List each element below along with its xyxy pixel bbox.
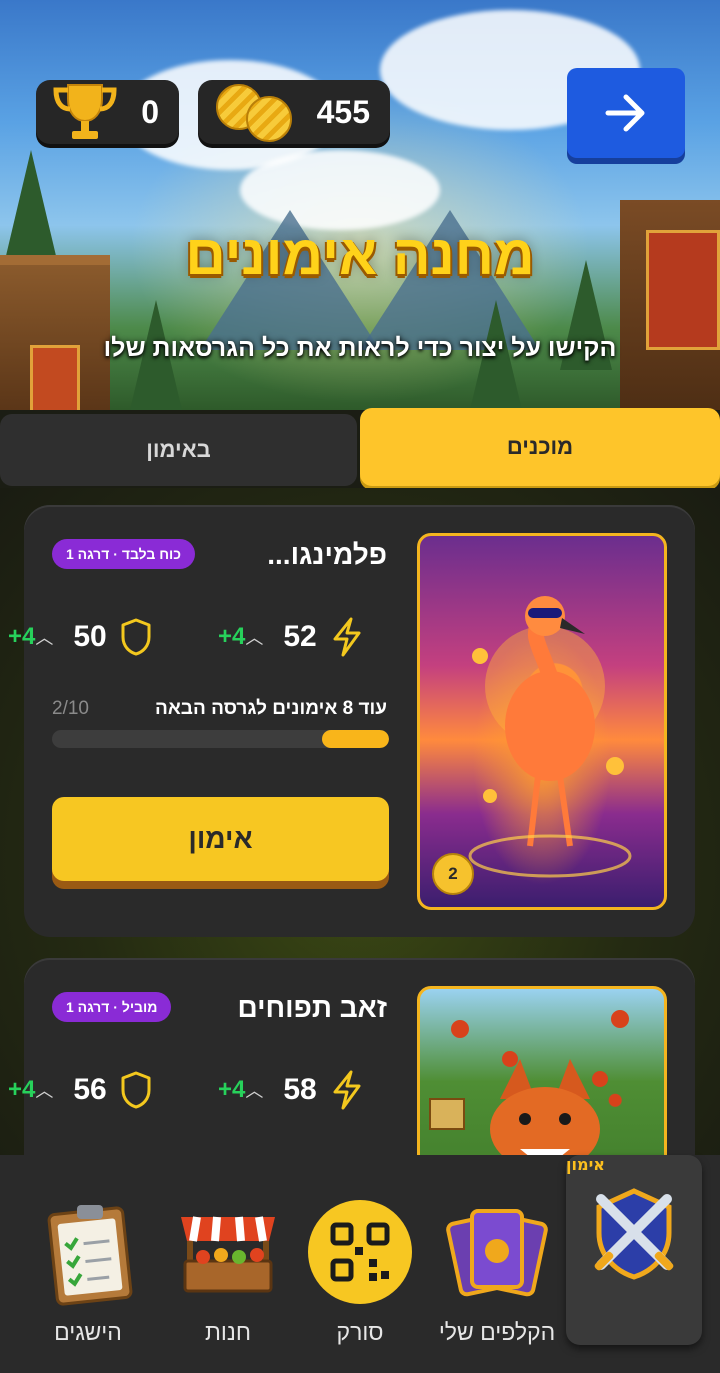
defense-value: 50: [73, 620, 107, 653]
cards-icon: [446, 1209, 548, 1297]
chevron-up-icon: ︿: [35, 1081, 54, 1102]
defense-bonus: +4: [8, 623, 36, 650]
crossed-swords-icon: [594, 1188, 674, 1280]
coins-icon: [212, 84, 292, 142]
creature-name: פלמינגו...: [267, 539, 387, 570]
trophy-icon: [53, 84, 117, 139]
power-stat: +4 ︿ 58: [218, 1070, 365, 1110]
creature-name: זאב תפוחים: [237, 992, 388, 1023]
nav-label: הישגים: [54, 1319, 122, 1345]
progress-bar: [52, 730, 389, 748]
power-bonus: +4: [218, 1076, 246, 1103]
progress-label: עוד 8 אימונים לגרסה הבאה: [154, 698, 387, 719]
bottom-navigation: אימון הקלפים שלי סורק חנות הישגים: [0, 1155, 720, 1373]
creature-card[interactable]: 2 פלמינגו... כוח בלבד · דרגה 1 +4 ︿ 52 +…: [8, 505, 695, 937]
coin-count: 455: [316, 93, 370, 130]
tab-ready[interactable]: מוכנים: [360, 408, 720, 486]
nav-item-scanner[interactable]: סורק: [300, 1155, 420, 1373]
rank-badge: מוביל · דרגה 1: [52, 992, 172, 1022]
qr-code-icon: [308, 1200, 412, 1304]
power-value: 58: [283, 1073, 317, 1106]
clipboard-icon: [47, 1205, 133, 1306]
tab-in-training[interactable]: באימון: [0, 414, 357, 486]
forward-button[interactable]: [567, 68, 685, 158]
nav-label: אימון: [566, 1155, 605, 1174]
chevron-up-icon: ︿: [245, 1081, 264, 1102]
nav-item-training[interactable]: אימון: [566, 1155, 702, 1345]
shop-stall-icon: [181, 1216, 275, 1293]
defense-bonus: +4: [8, 1076, 36, 1103]
nav-label: סורק: [336, 1319, 384, 1345]
progress-count: 2/10: [52, 698, 89, 719]
chevron-up-icon: ︿: [35, 628, 54, 649]
trophy-counter: 0: [36, 80, 179, 144]
coin-counter: 455: [198, 80, 390, 144]
power-stat: +4 ︿ 52: [218, 617, 365, 657]
nav-item-my-cards[interactable]: הקלפים שלי: [432, 1155, 562, 1373]
creature-art[interactable]: 2: [417, 533, 667, 910]
chevron-up-icon: ︿: [245, 628, 264, 649]
nav-item-shop[interactable]: חנות: [168, 1155, 288, 1373]
defense-value: 56: [73, 1073, 107, 1106]
tab-bar: מוכנים באימון: [0, 408, 720, 488]
nav-label: חנות: [205, 1319, 251, 1345]
lightning-icon: [333, 1070, 361, 1110]
lightning-icon: [333, 617, 361, 657]
version-count-badge: 2: [432, 853, 474, 895]
shield-icon: [121, 1071, 151, 1109]
page-title: מחנה אימונים: [185, 223, 535, 286]
rank-badge: כוח בלבד · דרגה 1: [52, 539, 195, 569]
defense-stat: +4 ︿ 56: [8, 1070, 153, 1110]
power-value: 52: [283, 620, 317, 653]
nav-label: הקלפים שלי: [438, 1319, 556, 1345]
shield-icon: [121, 618, 151, 656]
nav-item-achievements[interactable]: הישגים: [28, 1155, 148, 1373]
train-button[interactable]: אימון: [52, 797, 389, 881]
trophy-count: 0: [141, 93, 159, 130]
arrow-right-icon: [605, 94, 645, 132]
power-bonus: +4: [218, 623, 246, 650]
page-subtitle: הקישו על יצור כדי לראות את כל הגרסאות של…: [103, 334, 617, 362]
defense-stat: +4 ︿ 50: [8, 617, 153, 657]
progress-bar-fill: [321, 730, 389, 748]
